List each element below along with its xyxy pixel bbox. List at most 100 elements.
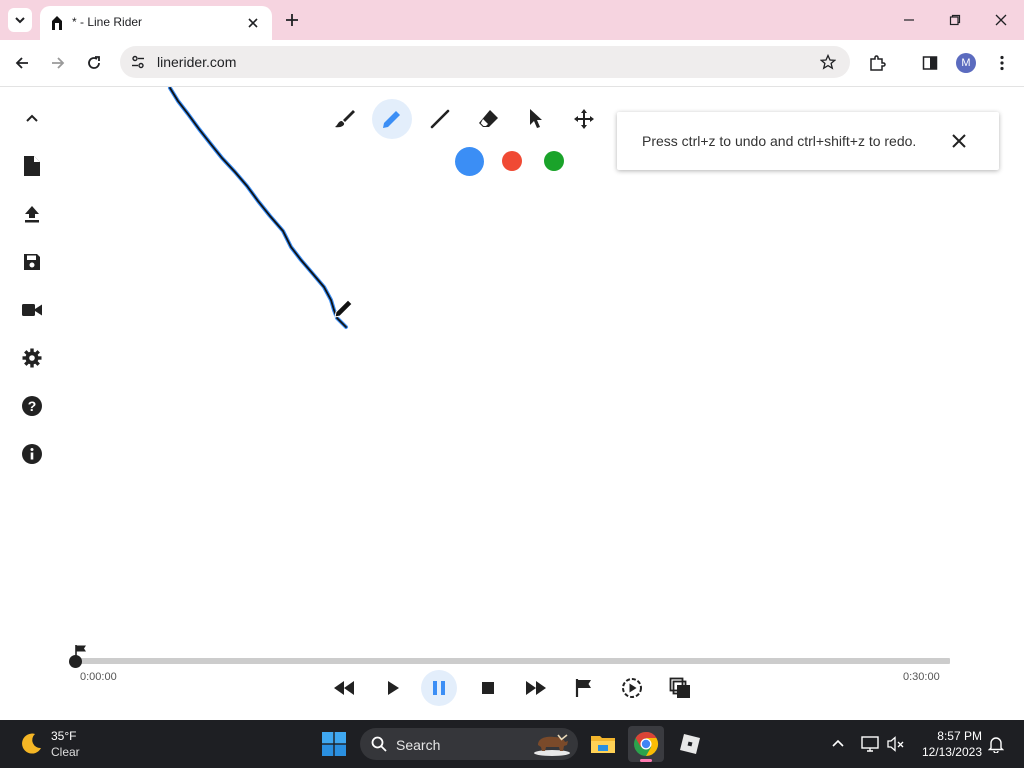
- arrow-right-icon: [52, 57, 65, 69]
- bell-icon: [988, 737, 1004, 753]
- address-bar[interactable]: linerider.com: [120, 46, 850, 78]
- side-panel-icon: [922, 56, 938, 70]
- eraser-icon: [479, 110, 498, 127]
- profile-avatar[interactable]: M: [956, 53, 976, 73]
- browser-tab[interactable]: * - Line Rider: [40, 6, 272, 40]
- save-track-button[interactable]: [14, 244, 50, 280]
- restore-button[interactable]: [943, 8, 967, 32]
- notification-message: Press ctrl+z to undo and ctrl+shift+z to…: [642, 133, 917, 149]
- about-button[interactable]: [14, 436, 50, 472]
- moon-icon: [22, 733, 41, 754]
- taskbar-clock[interactable]: 8:57 PM 12/13/2023: [910, 728, 982, 760]
- onion-skin-button[interactable]: [662, 670, 698, 706]
- pause-button[interactable]: [421, 670, 457, 706]
- chrome-icon: [634, 732, 659, 756]
- pencil-tool-button[interactable]: [372, 99, 412, 139]
- search-highlight-icon: [534, 734, 570, 756]
- color-swatch-red[interactable]: [502, 151, 522, 171]
- taskbar-search[interactable]: Search: [360, 728, 578, 760]
- chevron-up-icon: [26, 114, 38, 122]
- flag-icon: [575, 679, 591, 697]
- chevron-up-icon: [832, 739, 844, 747]
- collapse-menu-button[interactable]: [14, 100, 50, 136]
- drawing-canvas[interactable]: [0, 87, 1024, 720]
- pencil-icon: [383, 111, 400, 128]
- roblox-app[interactable]: [672, 726, 708, 762]
- back-button[interactable]: [10, 51, 34, 75]
- slow-motion-icon: [622, 678, 642, 698]
- side-panel-button[interactable]: [918, 51, 942, 75]
- folder-icon: [591, 736, 615, 753]
- file-explorer-app[interactable]: [585, 726, 621, 762]
- arrow-left-icon: [15, 57, 28, 69]
- help-button[interactable]: ?: [14, 388, 50, 424]
- tab-close-button[interactable]: [244, 14, 262, 32]
- minimize-icon: [904, 19, 914, 21]
- eraser-tool-button[interactable]: [468, 99, 508, 139]
- favicon-icon: [52, 16, 62, 30]
- display-tray-button[interactable]: [860, 734, 880, 754]
- volume-tray-button[interactable]: [886, 734, 906, 754]
- tab-title: * - Line Rider: [72, 15, 143, 29]
- current-time-label: 0:00:00: [80, 671, 117, 683]
- load-track-button[interactable]: [14, 196, 50, 232]
- pencil-cursor-icon: [334, 299, 353, 318]
- reload-icon: [88, 56, 100, 69]
- extensions-button[interactable]: [865, 51, 889, 75]
- color-swatch-blue[interactable]: [455, 147, 484, 176]
- notification-close-button[interactable]: [947, 129, 971, 153]
- timeline-scrub-handle[interactable]: [69, 655, 82, 668]
- end-time-label: 0:30:00: [903, 671, 940, 683]
- close-window-button[interactable]: [989, 8, 1013, 32]
- close-icon: [995, 14, 1007, 26]
- forward-button[interactable]: [46, 51, 70, 75]
- rewind-icon: [334, 681, 354, 695]
- video-camera-icon: [22, 304, 42, 316]
- chrome-app[interactable]: [628, 726, 664, 762]
- settings-button[interactable]: [14, 340, 50, 376]
- chevron-down-icon: [15, 17, 25, 24]
- rewind-button[interactable]: [326, 670, 362, 706]
- roblox-icon: [680, 734, 700, 754]
- line-tool-button[interactable]: [420, 99, 460, 139]
- play-button[interactable]: [375, 670, 411, 706]
- fast-forward-button[interactable]: [518, 670, 554, 706]
- tab-strip: * - Line Rider: [0, 0, 1024, 40]
- tune-icon: [132, 55, 144, 69]
- brush-tool-button[interactable]: [324, 99, 364, 139]
- flag-button[interactable]: [566, 670, 602, 706]
- speaker-muted-icon: [887, 736, 904, 752]
- reload-button[interactable]: [82, 51, 106, 75]
- browser-menu-button[interactable]: [990, 51, 1014, 75]
- record-video-button[interactable]: [14, 292, 50, 328]
- more-vertical-icon: [1000, 55, 1004, 71]
- active-app-indicator: [640, 759, 652, 762]
- clock-date: 12/13/2023: [921, 745, 982, 759]
- slow-motion-button[interactable]: [614, 670, 650, 706]
- start-button[interactable]: [322, 732, 346, 756]
- plus-icon: [286, 14, 298, 26]
- weather-temperature: 35°F: [51, 729, 77, 743]
- bookmark-button[interactable]: [818, 52, 838, 72]
- url-text: linerider.com: [157, 54, 237, 70]
- timeline-track[interactable]: [76, 658, 950, 664]
- svg-text:?: ?: [28, 398, 37, 414]
- minimize-button[interactable]: [897, 8, 921, 32]
- stop-button[interactable]: [470, 670, 506, 706]
- select-tool-button[interactable]: [516, 99, 556, 139]
- show-hidden-icons-button[interactable]: [828, 734, 848, 754]
- site-info-button[interactable]: [128, 52, 148, 72]
- pan-tool-button[interactable]: [564, 99, 604, 139]
- help-icon: ?: [22, 396, 42, 416]
- new-tab-button[interactable]: [282, 10, 302, 30]
- color-swatch-green[interactable]: [544, 151, 564, 171]
- fast-forward-icon: [526, 681, 546, 695]
- windows-taskbar: 35°F Clear Search 8:57 PM 12/13/2023: [0, 720, 1024, 768]
- move-arrows-icon: [574, 109, 594, 129]
- weather-widget[interactable]: 35°F Clear: [18, 728, 138, 760]
- new-track-button[interactable]: [14, 148, 50, 184]
- notifications-button[interactable]: [986, 734, 1006, 754]
- tab-search-button[interactable]: [8, 8, 32, 32]
- restore-icon: [949, 14, 961, 26]
- upload-icon: [25, 206, 39, 223]
